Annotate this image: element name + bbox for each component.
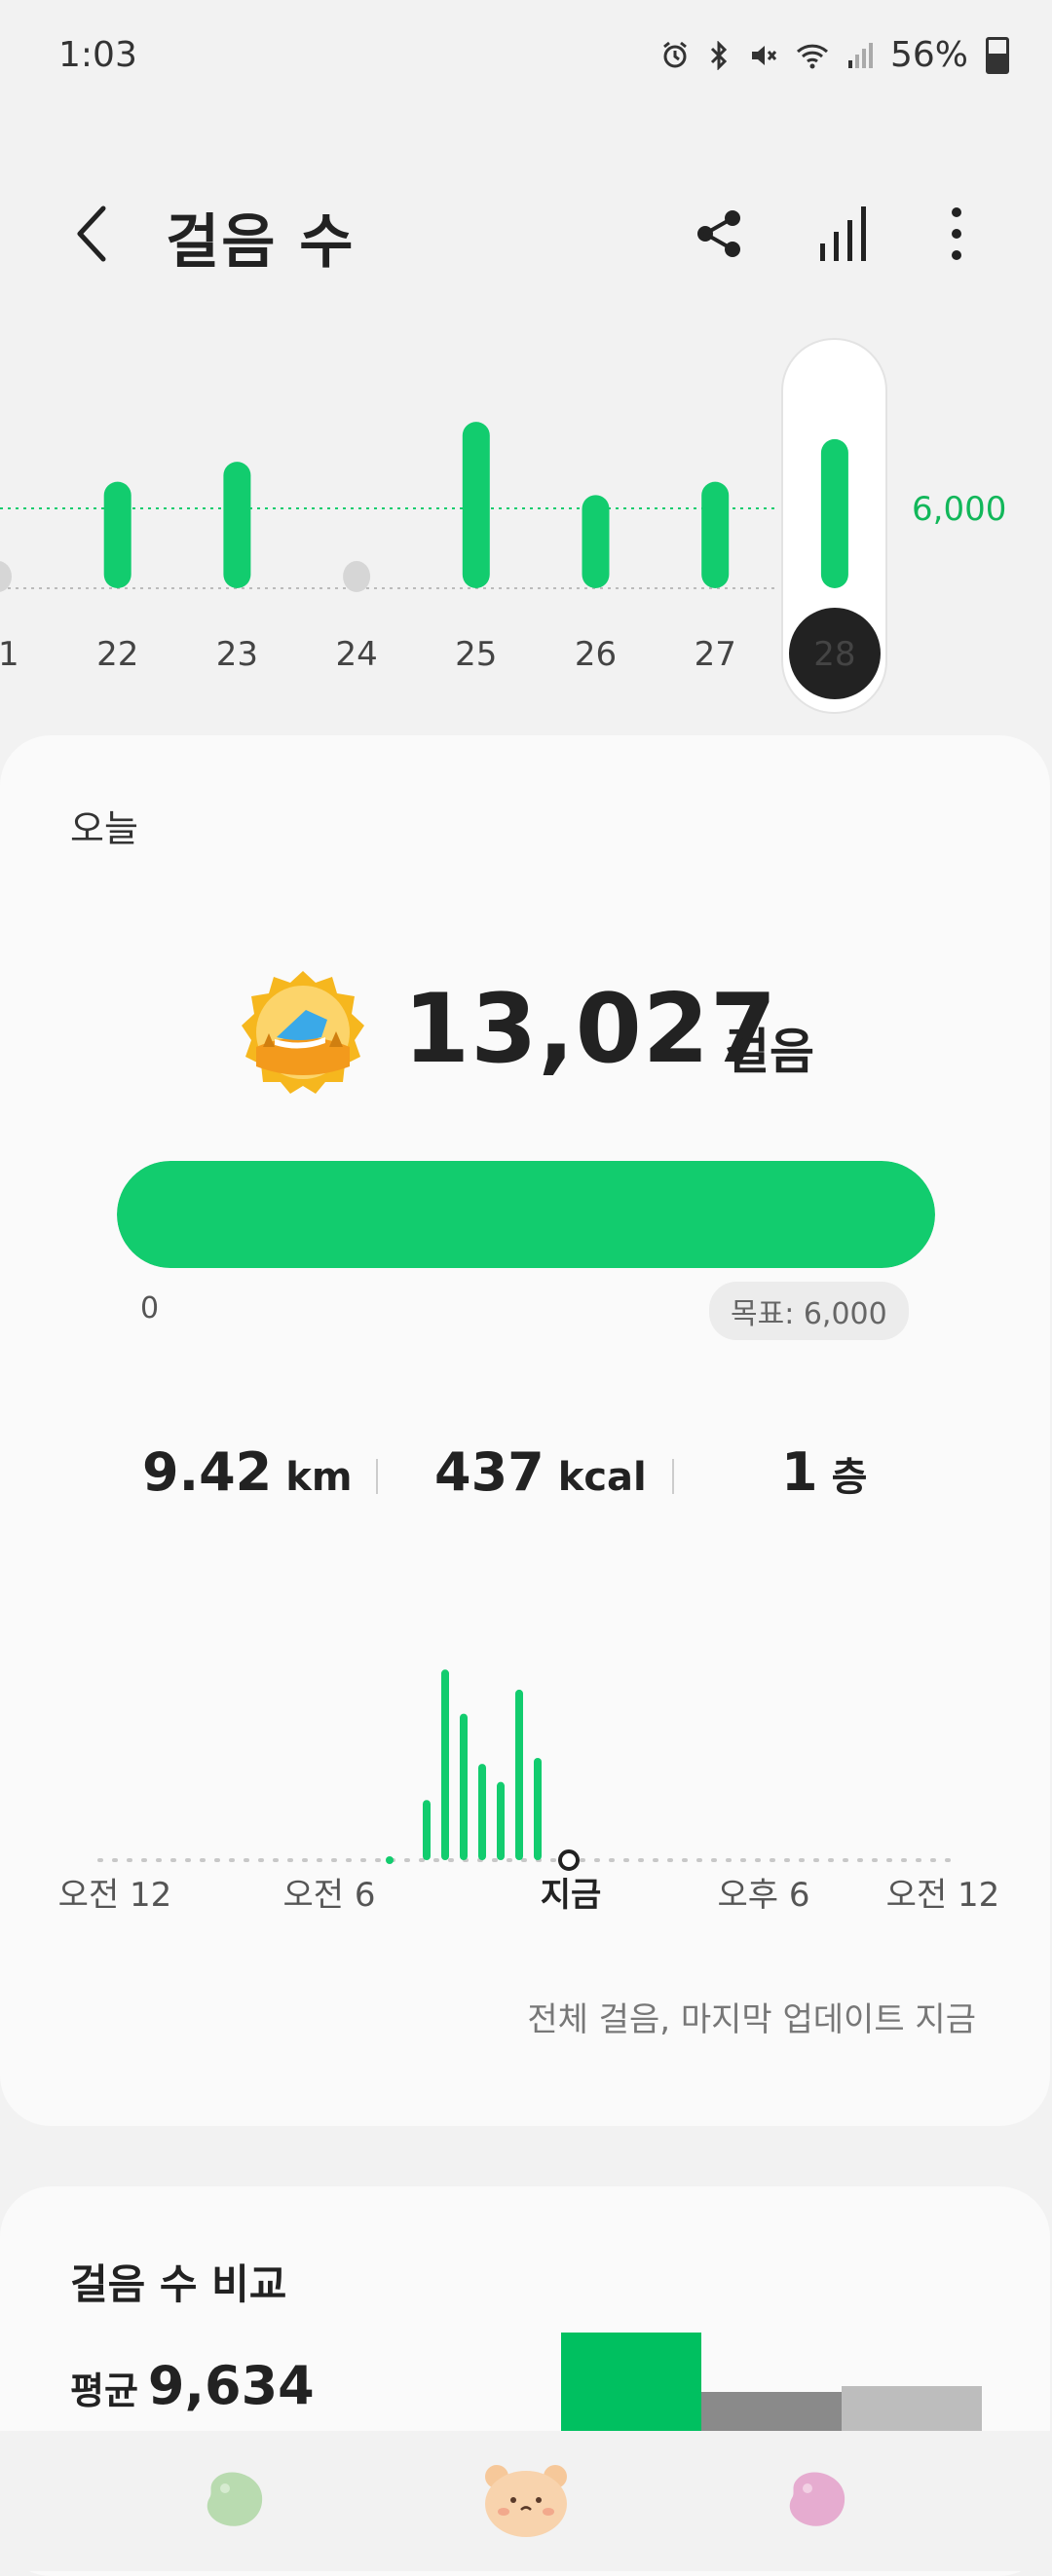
- calories-stat: 437 kcal: [434, 1441, 647, 1503]
- share-icon: [697, 210, 740, 257]
- calories-unit: kcal: [557, 1455, 647, 1500]
- back-arrow-icon: [77, 205, 106, 262]
- day-bar-24[interactable]: [343, 561, 371, 592]
- bluetooth-icon: [710, 40, 728, 70]
- compare-bar-today: [561, 2333, 701, 2440]
- day-label-24[interactable]: 24: [335, 635, 377, 674]
- distance-value: 9.42: [142, 1441, 273, 1503]
- distance-unit: km: [285, 1455, 353, 1500]
- hour-label-0: 오전 12: [58, 1876, 172, 1915]
- nav-item-together[interactable]: [477, 2456, 575, 2544]
- hour-bar: [478, 1764, 486, 1860]
- status-icons: 56%: [660, 35, 1009, 75]
- more-options-button[interactable]: [918, 195, 996, 273]
- hour-bar: [423, 1800, 431, 1860]
- goal-progress-bar: [117, 1161, 935, 1268]
- day-bar-26[interactable]: [582, 495, 610, 588]
- last-update-text: 전체 걸음, 마지막 업데이트 지금: [527, 2000, 976, 2039]
- day-label-28[interactable]: 28: [813, 635, 855, 674]
- day-label-23[interactable]: 23: [216, 635, 258, 674]
- bar-chart-icon: [820, 206, 866, 261]
- goal-pill: 목표: 6,000: [709, 1282, 909, 1340]
- more-vertical-icon: [952, 207, 961, 260]
- bear-face-icon: [485, 2465, 567, 2537]
- day-bar-22[interactable]: [103, 481, 132, 588]
- calories-value: 437: [434, 1441, 545, 1503]
- step-count: 13,027: [403, 974, 778, 1085]
- stat-divider: [672, 1459, 674, 1494]
- day-label-26[interactable]: 26: [575, 635, 617, 674]
- day-label-25[interactable]: 25: [455, 635, 497, 674]
- hour-bar: [441, 1669, 449, 1860]
- floors-value: 1: [781, 1441, 818, 1503]
- bean-pink-icon: [789, 2472, 845, 2526]
- day-bar-25[interactable]: [462, 422, 490, 588]
- now-marker: [558, 1849, 580, 1871]
- mute-icon: [751, 45, 777, 65]
- hour-bar: [497, 1781, 505, 1860]
- battery-percent: 56%: [889, 35, 968, 75]
- alarm-icon: [663, 41, 687, 67]
- hour-bar: [534, 1757, 542, 1860]
- average-label: 평균: [70, 2370, 138, 2412]
- back-button[interactable]: [62, 195, 121, 273]
- day-label-21[interactable]: 21: [0, 635, 19, 674]
- signal-icon: [847, 42, 873, 68]
- hour-label-4: 오전 12: [886, 1876, 1000, 1915]
- chart-button[interactable]: [805, 195, 883, 273]
- status-time: 1:03: [58, 35, 137, 75]
- average-row: 평균 9,634: [70, 2355, 315, 2416]
- nav-item-home[interactable]: [187, 2456, 284, 2544]
- day-label-22[interactable]: 22: [96, 635, 138, 674]
- nav-item-my-page[interactable]: [770, 2456, 867, 2544]
- page-title: 걸음 수: [166, 208, 356, 277]
- floors-stat: 1 층: [781, 1441, 867, 1503]
- hour-label-1: 오전 6: [283, 1876, 376, 1915]
- share-button[interactable]: [680, 195, 758, 273]
- hourly-start-dot: [386, 1856, 394, 1864]
- stat-divider: [376, 1459, 378, 1494]
- day-bar-28[interactable]: [820, 438, 848, 588]
- daily-steps-chart[interactable]: 6,000 21 22 23 24 25 26 27 28: [0, 331, 1052, 721]
- steps-badge-icon: [242, 971, 364, 1094]
- battery-icon: [986, 36, 1009, 74]
- distance-stat: 9.42 km: [142, 1441, 353, 1503]
- average-value: 9,634: [147, 2355, 315, 2416]
- hourly-steps-chart[interactable]: 오전 12 오전 6 지금 오후 6 오전 12: [39, 1636, 1013, 1928]
- day-bar-27[interactable]: [701, 481, 730, 588]
- hour-bar: [515, 1689, 523, 1860]
- floors-unit: 층: [831, 1455, 868, 1500]
- today-label: 오늘: [70, 807, 138, 850]
- step-unit: 걸음: [725, 1024, 814, 1080]
- goal-progress-fill: [117, 1161, 935, 1268]
- progress-min-label: 0: [140, 1291, 160, 1325]
- goal-label: 6,000: [912, 490, 1006, 529]
- day-label-27[interactable]: 27: [695, 635, 736, 674]
- hour-label-now: 지금: [541, 1876, 602, 1915]
- bean-green-icon: [207, 2472, 263, 2526]
- compare-title: 걸음 수 비교: [70, 2260, 287, 2308]
- hour-bar: [460, 1713, 468, 1860]
- wifi-icon: [796, 44, 829, 68]
- day-bar-23[interactable]: [223, 462, 251, 588]
- hour-label-3: 오후 6: [718, 1876, 810, 1915]
